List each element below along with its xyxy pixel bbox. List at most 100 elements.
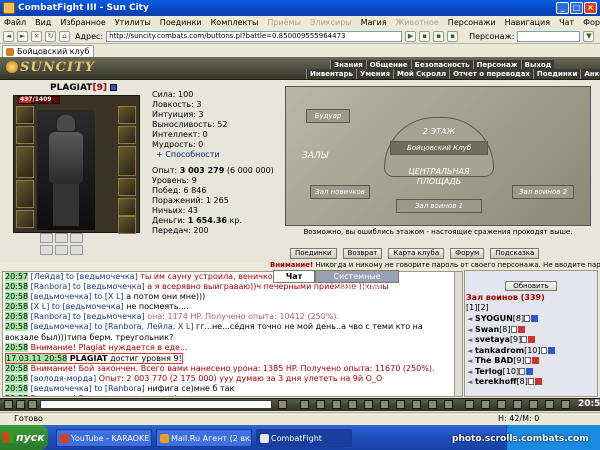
nav-button-0[interactable]: Поединки [290,248,337,259]
tab-system-messages[interactable]: Системные сообщения [315,270,399,292]
slot-armor[interactable] [16,180,34,208]
panel-icon-3[interactable] [497,400,506,409]
chat-nick[interactable]: PLAGIAT [70,354,108,363]
chat-timestamp[interactable]: 20:58 [5,394,29,396]
menu-item-8[interactable]: Магия [361,18,387,27]
slot-helmet[interactable] [118,106,136,124]
user-info-icon[interactable] [519,367,526,375]
room-user[interactable]: ◄ SYOGUN[8] [467,314,597,325]
back-icon[interactable]: ◄ [3,30,14,42]
chat-timestamp[interactable]: 20:57 [5,272,29,281]
chat-timestamp[interactable]: 20:58 [5,312,29,322]
header-nav-bottom-4[interactable]: Поединки [532,69,581,79]
chat-icon-2[interactable] [16,400,25,409]
room-pages[interactable]: [1][2] [466,303,489,312]
room-fight-club[interactable]: Бойцовский Клуб [390,141,488,155]
menu-item-4[interactable]: Поединки [160,18,202,27]
room-user[interactable]: ◄ Terlog[10] [467,367,597,378]
translit-icon[interactable] [348,400,357,409]
chat-nick[interactable]: [ведьмочечка] [31,384,92,393]
persona-input[interactable] [517,30,581,42]
room-user[interactable]: ◄ svetaya[9] [467,335,597,346]
chat-nick[interactable]: [ведьмочечка] [31,322,92,331]
slot-weapon[interactable] [16,146,34,178]
clear-icon[interactable] [332,400,341,409]
chat-timestamp[interactable]: 20:58 [5,384,29,394]
private-arrow-icon[interactable]: ◄ [467,315,472,323]
panel-icon-5[interactable] [529,400,538,409]
quick-slot-3[interactable] [70,233,83,243]
chat-nick[interactable]: [Лейда] [31,272,64,281]
abilities-link[interactable]: + Способности [152,150,287,160]
chat-send-icon[interactable] [278,400,287,409]
toolbar-icon-c[interactable]: ▪ [447,30,459,42]
slot-belt[interactable] [16,210,34,228]
toolbar-icon-b[interactable]: ▪ [433,30,445,42]
header-nav-bottom-1[interactable]: Умения [355,69,394,79]
tab-fight-club[interactable]: Бойцовский клуб [2,45,94,57]
central-square-label[interactable]: ЦЕНТРАЛЬНАЯ ПЛОЩАДЬ [404,167,474,187]
chat-nick[interactable]: [володя-морда] [31,374,97,383]
filter-icon[interactable] [316,400,325,409]
user-nick[interactable]: Terlog [475,367,503,376]
window-titlebar[interactable]: CombatFight III - Sun City _ □ × [0,0,600,16]
header-nav-bottom-0[interactable]: Инвентарь [306,69,356,79]
room-user[interactable]: ◄ Swan[8] [467,325,597,336]
room-user[interactable]: ◄ tankadrom[10] [467,346,597,357]
chat-nick[interactable]: [Ranbora] [31,312,71,321]
chat-timestamp[interactable]: 17.03.11 20:58 [6,353,68,363]
menu-item-11[interactable]: Навигация [505,18,550,27]
settings-icon[interactable] [380,400,389,409]
user-info-icon[interactable] [524,315,531,322]
smile-icon[interactable] [300,400,309,409]
help-icon[interactable] [428,400,437,409]
private-arrow-icon[interactable]: ◄ [467,368,472,376]
user-nick[interactable]: svetaya [475,335,510,344]
quick-slot-2[interactable] [55,233,68,243]
chat-timestamp[interactable]: 20:58 [5,373,29,383]
floor-2-label[interactable]: 2 ЭТАЖ [414,127,464,136]
chat-timestamp[interactable]: 20:58 [5,292,29,302]
room-boudoir[interactable]: Будуар [306,109,350,123]
private-arrow-icon[interactable]: ◄ [467,336,472,344]
slot-earring[interactable] [16,106,34,124]
address-input[interactable]: http://suncity.combats.com/buttons.pl?ba… [106,30,403,42]
chat-icon-3[interactable] [28,400,37,409]
chat-timestamp[interactable]: 20:58 [5,282,29,292]
menu-item-2[interactable]: Избранное [60,18,105,27]
list-icon[interactable] [412,400,421,409]
chat-nick[interactable]: [Ranbora] [31,282,71,291]
room-warriors-1[interactable]: Зал воинов 1 [396,199,482,213]
minimize-button[interactable]: _ [556,2,569,14]
private-arrow-icon[interactable]: ◄ [467,347,472,355]
task-youtube[interactable]: YouTube - KARAOKE ... [56,429,152,447]
user-nick[interactable]: Swan [475,325,499,334]
go-icon[interactable]: ▶ [405,30,417,42]
chat-timestamp[interactable]: 20:58 [5,342,29,352]
slot-amulet[interactable] [16,126,34,144]
room-user[interactable]: ◄ terekhoff[8] [467,377,597,388]
menu-item-13[interactable]: Форум [583,18,600,27]
room-warriors-2[interactable]: Зал воинов 2 [512,185,574,199]
menu-item-0[interactable]: Файл [4,18,26,27]
user-nick[interactable]: The BAD [475,356,513,365]
menu-item-6[interactable]: Приёмы [267,18,301,27]
menu-item-7[interactable]: Эликсиры [310,18,352,27]
toolbar-icon-a[interactable]: ▪ [419,30,431,42]
private-arrow-icon[interactable]: ◄ [467,378,472,386]
user-info-icon[interactable] [540,346,547,354]
room-novices[interactable]: Зал новичков [310,185,370,199]
persona-go-icon[interactable]: ▼ [583,30,595,42]
panel-icon-1[interactable] [465,400,474,409]
maximize-button[interactable]: □ [570,2,583,14]
nav-button-1[interactable]: Возврат [342,248,383,259]
user-info-icon[interactable] [524,357,531,364]
slot-ring[interactable] [118,198,136,216]
panel-icon-4[interactable] [513,400,522,409]
menu-item-10[interactable]: Персонажи [448,18,496,27]
header-nav-bottom-3[interactable]: Отчет о переводах [449,69,533,79]
user-nick[interactable]: SYOGUN [475,314,513,323]
refresh-icon[interactable]: ↻ [45,30,56,42]
quick-slot-6[interactable] [70,245,83,255]
nav-button-4[interactable]: Подсказка [490,248,540,259]
